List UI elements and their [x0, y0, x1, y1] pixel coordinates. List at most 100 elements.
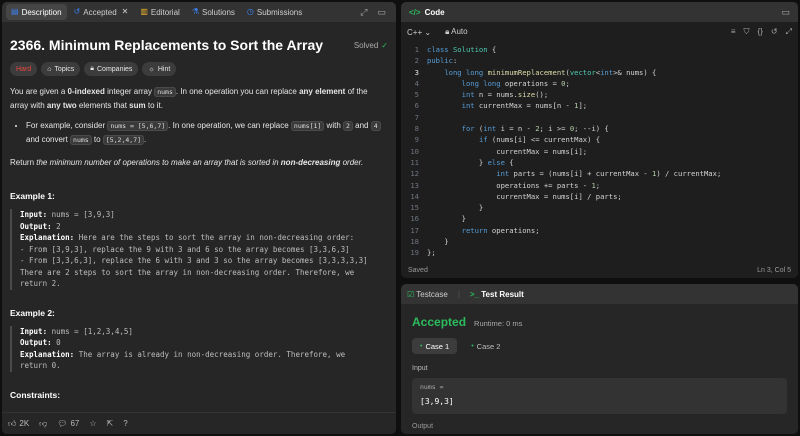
code-line[interactable]: 1 class Solution { — [401, 44, 798, 55]
chevron-down-icon: ⌄ — [424, 27, 432, 37]
code-line[interactable]: 9 if (nums[i] <= currentMax) { — [401, 134, 798, 145]
label: Explanation: — [20, 349, 75, 359]
value: return 2. — [20, 279, 61, 288]
code-line[interactable]: 4 long long operations = 0; — [401, 78, 798, 89]
line-text: int parts = (nums[i] + currentMax - 1) /… — [496, 169, 722, 179]
line-text: }; — [427, 248, 436, 258]
favorite-button[interactable]: ☆ — [89, 419, 96, 428]
bookmark-icon[interactable]: ⛉ — [744, 27, 750, 37]
star-icon: ☆ — [89, 419, 97, 428]
thumbs-down-icon: 👎︎ — [39, 418, 48, 428]
constraints-header: Constraints: — [10, 389, 61, 400]
line-number: 15 — [410, 203, 419, 213]
line-text: int n = nums.size(); — [461, 90, 549, 100]
line-number: 11 — [410, 157, 419, 167]
label: Output: — [20, 221, 52, 231]
tab-submissions[interactable]: ◷ Submissions — [242, 4, 307, 20]
result-tabbar: ☑ Testcase | >_ Test Result — [401, 284, 798, 304]
value: There are 2 steps to sort the array in n… — [20, 267, 355, 277]
tab-accepted[interactable]: ↺ Accepted ✕ — [69, 4, 134, 20]
collapse-icon[interactable]: ▭ — [377, 7, 386, 18]
terminal-icon: >_ — [469, 289, 480, 299]
dislike-button[interactable]: 👎︎ — [39, 419, 47, 429]
problem-title[interactable]: 2366. Minimum Replacements to Sort the A… — [10, 37, 323, 53]
tab-description[interactable]: ▤ Description — [6, 4, 67, 20]
panel-toggle-icon[interactable]: ▭ — [781, 7, 790, 18]
text: . In one operation, we can replace — [168, 121, 291, 130]
tab-editorial[interactable]: ▥ Editorial — [135, 4, 184, 20]
book-icon: ▥ — [140, 7, 148, 16]
solved-label: Solved — [353, 40, 379, 50]
case-tab-1[interactable]: • Case 1 — [412, 338, 458, 354]
code-line[interactable]: 11 } else { — [401, 157, 798, 168]
example-1-box: Input: nums = [3,9,3] Output: 2 Explanat… — [10, 209, 388, 290]
code-line[interactable]: 17 return operations; — [401, 225, 798, 236]
hint-button[interactable]: ☼ Hint — [142, 62, 177, 76]
code-line[interactable]: 12 int parts = (nums[i] + currentMax - 1… — [401, 168, 798, 179]
code-line[interactable]: 16 } — [401, 213, 798, 224]
value: - From [3,3,6,3], replace the 6 with 3 a… — [20, 256, 368, 265]
inline-code: 4 — [370, 121, 381, 131]
save-status: Saved — [408, 266, 428, 274]
code-line[interactable]: 6 int currentMax = nums[n - 1]; — [401, 100, 798, 111]
verdict-label: Accepted — [412, 315, 467, 329]
inline-code: nums = [5,6,7] — [107, 121, 169, 131]
line-number: 18 — [410, 237, 419, 247]
code-line[interactable]: 15 } — [401, 202, 798, 213]
value: return 0. — [20, 361, 61, 370]
code-line[interactable]: 3 long long minimumReplacement(vector<in… — [401, 67, 798, 78]
companies-button[interactable]: 🔒︎ Companies — [84, 62, 139, 76]
like-count: 2K — [19, 419, 30, 428]
case-tab-2[interactable]: • Case 2 — [463, 338, 508, 354]
clock-icon: ◷ — [246, 7, 254, 16]
tab-separator: | — [457, 289, 460, 299]
code-title: Code — [424, 7, 445, 17]
language-select[interactable]: C++ ⌄ — [407, 28, 431, 37]
code-line[interactable]: 2 public: — [401, 55, 798, 66]
line-number: 3 — [414, 67, 419, 77]
text-italic: order. — [340, 158, 364, 167]
topics-button[interactable]: ⌂ Topics — [41, 62, 81, 76]
code-line[interactable]: 5 int n = nums.size(); — [401, 89, 798, 100]
code-editor[interactable]: 1 class Solution {2 public: 3 long long min… — [401, 44, 798, 261]
help-button[interactable]: ? — [123, 419, 127, 428]
code-line[interactable]: 13 operations += parts - 1; — [401, 180, 798, 191]
close-icon[interactable]: ✕ — [122, 8, 129, 16]
line-number: 7 — [414, 112, 419, 122]
like-button[interactable]: 👍︎ 2K — [8, 419, 29, 429]
code-line[interactable]: 18 } — [401, 236, 798, 247]
expand-icon[interactable]: ⤢ — [786, 27, 792, 37]
hint-label: Hint — [157, 65, 171, 73]
code-line[interactable]: 14 currentMax = nums[i] / parts; — [401, 191, 798, 202]
tab-testcase[interactable]: ☑ Testcase — [407, 290, 448, 299]
mode-select[interactable]: 🔒︎ Auto — [445, 27, 468, 37]
code-line[interactable]: 10 currentMax = nums[i]; — [401, 146, 798, 157]
lock-icon: 🔒︎ — [90, 65, 94, 72]
tab-test-result[interactable]: >_ Test Result — [470, 290, 524, 299]
inline-code: nums — [154, 87, 176, 97]
value: nums = [1,2,3,4,5] — [47, 326, 133, 336]
reset-icon[interactable]: ↺ — [771, 27, 778, 37]
line-number: 5 — [414, 90, 419, 100]
flask-icon: ⚗ — [191, 7, 199, 16]
editor-toolbar: C++ ⌄ 🔒︎ Auto ≡ ⛉ {} ↺ ⤢ — [401, 22, 798, 42]
code-line[interactable]: 19}; — [401, 247, 798, 258]
code-line[interactable]: 8 for (int i = n - 2; i >= 0; --i) { — [401, 123, 798, 134]
format-icon[interactable]: ≡ — [731, 27, 736, 37]
solved-status: Solved ✓ — [354, 41, 388, 50]
share-button[interactable]: ⇱ — [107, 419, 114, 428]
comments-button[interactable]: 💬︎ 67 — [57, 419, 79, 428]
label: Input: — [20, 210, 48, 219]
code-line[interactable]: 7 — [401, 112, 798, 123]
expand-icon[interactable]: ⤢ — [360, 7, 367, 18]
tab-solutions[interactable]: ⚗ Solutions — [187, 4, 240, 20]
question-icon: ? — [123, 419, 128, 428]
lightbulb-icon: ☼ — [148, 65, 155, 73]
label: Output: — [20, 338, 52, 347]
line-number: 1 — [414, 45, 419, 54]
line-number: 16 — [410, 214, 419, 224]
braces-icon[interactable]: {} — [758, 27, 763, 37]
pass-dot-icon: • — [420, 342, 423, 350]
tab-label: Submissions — [256, 7, 303, 17]
line-text: operations += parts - 1; — [427, 180, 601, 190]
